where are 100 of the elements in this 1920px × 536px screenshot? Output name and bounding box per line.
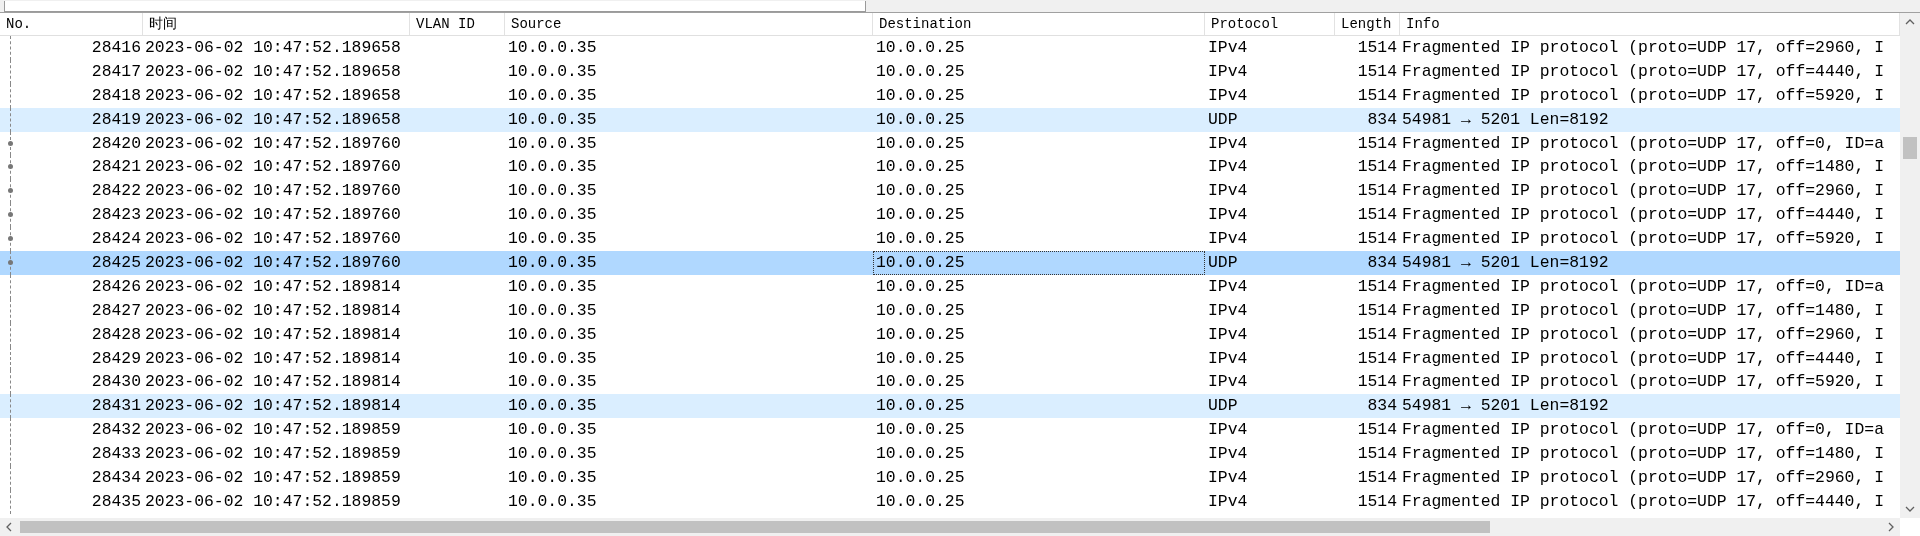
table-cell: IPv4: [1208, 157, 1248, 177]
table-cell: 10.0.0.35: [508, 372, 597, 392]
table-cell: 10.0.0.35: [508, 157, 597, 177]
table-cell: Fragmented IP protocol (proto=UDP 17, off=2960, I: [1402, 38, 1884, 57]
vertical-scrollbar[interactable]: [1900, 13, 1920, 518]
table-cell: 10.0.0.35: [508, 181, 597, 201]
table-cell-text: 28435: [91, 490, 141, 513]
filter-field[interactable]: [4, 1, 866, 12]
table-cell: UDP: [1208, 396, 1238, 416]
table-cell: Fragmented IP protocol (proto=UDP 17, off=5920, I: [1402, 85, 1884, 105]
table-cell: 2023-06-02 10:47:52.189859: [145, 420, 401, 440]
table-cell: IPv4: [1208, 300, 1248, 320]
table-cell: 2023-06-02 10:47:52.189814: [145, 276, 401, 296]
scrollbar-thumb[interactable]: [1903, 137, 1917, 159]
table-cell: 1514: [1357, 420, 1397, 440]
table-cell: Fragmented IP protocol (proto=UDP 17, off=4440, I: [1402, 348, 1884, 368]
table-cell: 2023-06-02 10:47:52.189859: [145, 491, 401, 511]
table-cell: 10.0.0.35: [508, 491, 597, 511]
table-cell: 10.0.0.35: [508, 229, 597, 249]
table-cell: Fragmented IP protocol (proto=UDP 17, off=2960, I: [1402, 468, 1884, 488]
table-cell: 10.0.0.35: [508, 133, 597, 153]
column-header[interactable]: Source: [505, 13, 873, 35]
table-cell: 10.0.0.25: [876, 348, 965, 368]
table-cell: 10.0.0.25: [876, 491, 965, 511]
table-cell: IPv4: [1208, 181, 1248, 201]
table-cell: IPv4: [1208, 491, 1248, 511]
table-cell: 54981 → 5201 Len=8192: [1402, 253, 1609, 272]
column-header[interactable]: Protocol: [1205, 13, 1335, 35]
table-cell: 10.0.0.35: [508, 85, 597, 105]
table-cell: 1514: [1357, 372, 1397, 392]
horizontal-scrollbar[interactable]: [0, 518, 1900, 536]
table-cell: 2023-06-02 10:47:52.189814: [145, 348, 401, 368]
table-cell-text: 28425: [91, 252, 141, 274]
table-cell: IPv4: [1208, 276, 1248, 296]
table-cell: 2023-06-02 10:47:52.189859: [145, 444, 401, 464]
packet-row[interactable]: 28425 2023-06-02 10:47:52.189760 10.0.0.35 10.0.0.25 UDP 834 54981 → 5201 Len=8192: [0, 251, 1900, 275]
table-cell: Fragmented IP protocol (proto=UDP 17, off=2960, I: [1402, 181, 1884, 201]
table-cell: IPv4: [1208, 420, 1248, 440]
table-cell: IPv4: [1208, 133, 1248, 153]
table-cell: Fragmented IP protocol (proto=UDP 17, off=1480, I: [1402, 157, 1884, 177]
table-cell-text: 28423: [91, 204, 141, 227]
table-cell-text: 28434: [91, 467, 141, 490]
table-cell-text: 28432: [91, 419, 141, 442]
table-cell: 834: [1367, 396, 1397, 416]
table-cell: 10.0.0.25: [876, 324, 965, 344]
table-cell: 10.0.0.35: [508, 61, 597, 81]
table-cell: 10.0.0.35: [508, 38, 597, 57]
table-cell: 10.0.0.25: [876, 85, 965, 105]
table-cell: 10.0.0.35: [508, 276, 597, 296]
table-cell-text: 28430: [91, 371, 141, 394]
table-cell-text: 28427: [91, 299, 141, 322]
table-cell-text: 28433: [91, 443, 141, 466]
table-cell: 2023-06-02 10:47:52.189814: [145, 372, 401, 392]
column-header[interactable]: No.: [0, 13, 143, 35]
packet-row[interactable]: 28419 2023-06-02 10:47:52.189658 10.0.0.35 10.0.0.25 UDP 834 54981 → 5201 Len=8192: [0, 107, 1900, 132]
column-header[interactable]: VLAN ID: [410, 13, 505, 35]
table-cell: 2023-06-02 10:47:52.189760: [145, 229, 401, 249]
table-cell-text: 28431: [91, 395, 141, 418]
table-cell: 10.0.0.25: [876, 61, 965, 81]
table-cell: 10.0.0.25: [876, 38, 965, 57]
column-header[interactable]: Destination: [873, 13, 1205, 35]
table-cell: Fragmented IP protocol (proto=UDP 17, off=4440, I: [1402, 205, 1884, 225]
table-cell: 10.0.0.25: [876, 253, 965, 272]
table-cell: 1514: [1357, 468, 1397, 488]
table-cell: Fragmented IP protocol (proto=UDP 17, off=4440, I: [1402, 491, 1884, 511]
table-cell: 2023-06-02 10:47:52.189658: [145, 38, 401, 57]
table-cell-text: 28426: [91, 275, 141, 298]
table-cell: Fragmented IP protocol (proto=UDP 17, off=0, ID=a: [1402, 133, 1884, 153]
table-cell: 2023-06-02 10:47:52.189814: [145, 300, 401, 320]
table-cell: Fragmented IP protocol (proto=UDP 17, off=1480, I: [1402, 300, 1884, 320]
table-cell: IPv4: [1208, 348, 1248, 368]
packet-row[interactable]: 28431 2023-06-02 10:47:52.189814 10.0.0.35 10.0.0.25 UDP 834 54981 → 5201 Len=8192: [0, 394, 1900, 419]
scrollbar-thumb[interactable]: [20, 521, 1490, 533]
table-cell: IPv4: [1208, 444, 1248, 464]
table-cell: 2023-06-02 10:47:52.189658: [145, 109, 401, 129]
table-cell-text: 28420: [91, 132, 141, 155]
table-cell: 10.0.0.25: [876, 181, 965, 201]
column-header[interactable]: Length: [1335, 13, 1400, 35]
table-cell: 1514: [1357, 348, 1397, 368]
table-cell: 2023-06-02 10:47:52.189760: [145, 205, 401, 225]
table-cell-text: 28428: [91, 323, 141, 346]
table-cell: 2023-06-02 10:47:52.189760: [145, 181, 401, 201]
column-header[interactable]: 时间: [143, 13, 410, 35]
table-cell-text: 28421: [91, 156, 141, 179]
table-cell: 10.0.0.35: [508, 253, 597, 272]
table-cell: 1514: [1357, 181, 1397, 201]
table-cell: Fragmented IP protocol (proto=UDP 17, off=0, ID=a: [1402, 420, 1884, 440]
table-cell: 1514: [1357, 61, 1397, 81]
table-cell: 10.0.0.35: [508, 205, 597, 225]
table-cell: 10.0.0.25: [876, 300, 965, 320]
table-cell: 834: [1367, 253, 1397, 272]
table-cell: Fragmented IP protocol (proto=UDP 17, off=5920, I: [1402, 372, 1884, 392]
table-cell-text: 28418: [91, 84, 141, 107]
table-cell: 10.0.0.25: [876, 444, 965, 464]
table-cell: 10.0.0.35: [508, 444, 597, 464]
table-cell: 10.0.0.25: [876, 133, 965, 153]
table-cell: IPv4: [1208, 85, 1248, 105]
table-cell: 10.0.0.25: [876, 229, 965, 249]
table-cell: 10.0.0.25: [876, 420, 965, 440]
table-cell: 834: [1367, 109, 1397, 129]
